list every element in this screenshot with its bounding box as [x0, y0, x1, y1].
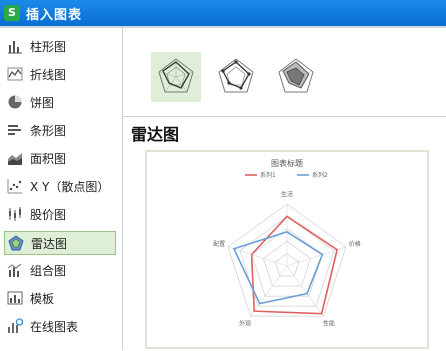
sidebar-item-label: 组合图 — [30, 264, 67, 278]
radar-axis-label: 配置 — [213, 241, 225, 248]
sidebar-item-online[interactable]: 在线图表 — [4, 315, 114, 337]
legend-label: 系列1 — [260, 171, 276, 179]
radar-grid — [227, 203, 347, 317]
sidebar-item-label: X Y（散点图） — [30, 180, 110, 194]
radar-chart-svg: 图表标题 系列1 系列2 生活价格性能 外观 配置 — [213, 158, 361, 328]
radar-subtype-row — [123, 28, 446, 117]
template-icon — [7, 291, 23, 305]
radar-basic-icon — [158, 58, 194, 93]
sidebar-item-label: 柱形图 — [30, 40, 67, 54]
legend-label: 系列2 — [312, 171, 328, 179]
sidebar-item-label: 折线图 — [30, 68, 67, 82]
radar-filled-icon — [278, 58, 314, 93]
sidebar-item-line[interactable]: 折线图 — [4, 63, 114, 85]
sidebar-item-label: 面积图 — [30, 152, 67, 166]
dialog-titlebar: S 插入图表 — [0, 0, 446, 26]
pie-chart-icon — [8, 95, 22, 109]
scatter-chart-icon — [7, 179, 22, 194]
radar-subtype-filled[interactable] — [271, 52, 321, 102]
radar-chart-icon — [8, 235, 24, 251]
sidebar-item-bar[interactable]: 条形图 — [4, 119, 114, 141]
section-title: 雷达图 — [131, 125, 180, 144]
sidebar-item-pie[interactable]: 饼图 — [4, 91, 114, 113]
radar-axis-label: 价格 — [349, 240, 361, 248]
area-chart-icon — [8, 153, 22, 165]
line-chart-icon — [7, 67, 23, 81]
chart-legend: 系列1 系列2 — [245, 171, 328, 179]
chart-type-sidebar: 柱形图 折线图 饼图 条形图 面积图 X Y（散点图） 股价图 雷达图 组合图 … — [0, 28, 123, 350]
radar-spoke — [250, 265, 288, 317]
radar-axis-label: 生活 — [281, 191, 293, 199]
radar-axis-label: 性能 — [323, 320, 335, 328]
sidebar-item-radar[interactable]: 雷达图 — [4, 231, 116, 255]
app-logo-icon: S — [4, 5, 20, 21]
sidebar-item-area[interactable]: 面积图 — [4, 147, 114, 169]
stock-chart-icon — [9, 207, 21, 221]
chart-title: 图表标题 — [271, 158, 303, 168]
sidebar-item-column[interactable]: 柱形图 — [4, 35, 114, 57]
sidebar-item-label: 在线图表 — [30, 320, 79, 334]
sidebar-item-label: 股价图 — [30, 208, 67, 222]
radar-subtype-markers[interactable] — [211, 52, 261, 102]
sidebar-item-label: 饼图 — [30, 96, 55, 110]
sidebar-item-label: 模板 — [30, 292, 55, 306]
sidebar-item-label: 条形图 — [30, 124, 67, 138]
combo-chart-icon — [7, 263, 22, 277]
dialog-title: 插入图表 — [26, 8, 83, 23]
chart-preview-panel: 雷达图 图表标题 系列1 系列2 生活价格性能 外观 配置 — [123, 28, 446, 350]
radar-subtype-basic[interactable] — [151, 52, 201, 102]
sidebar-item-combo[interactable]: 组合图 — [4, 259, 114, 281]
sidebar-item-scatter[interactable]: X Y（散点图） — [4, 175, 114, 197]
sidebar-item-template[interactable]: 模板 — [4, 287, 114, 309]
sidebar-item-stock[interactable]: 股价图 — [4, 203, 114, 225]
radar-markers-icon — [218, 58, 254, 93]
radar-chart-preview: 图表标题 系列1 系列2 生活价格性能 外观 配置 — [145, 150, 429, 349]
bar-chart-icon — [8, 125, 21, 135]
online-chart-icon — [8, 318, 23, 333]
radar-spoke — [286, 265, 324, 317]
sidebar-item-label: 雷达图 — [31, 237, 68, 251]
radar-series-2 — [232, 231, 324, 305]
radar-axis-label: 外观 — [239, 320, 251, 328]
column-chart-icon — [8, 41, 22, 54]
